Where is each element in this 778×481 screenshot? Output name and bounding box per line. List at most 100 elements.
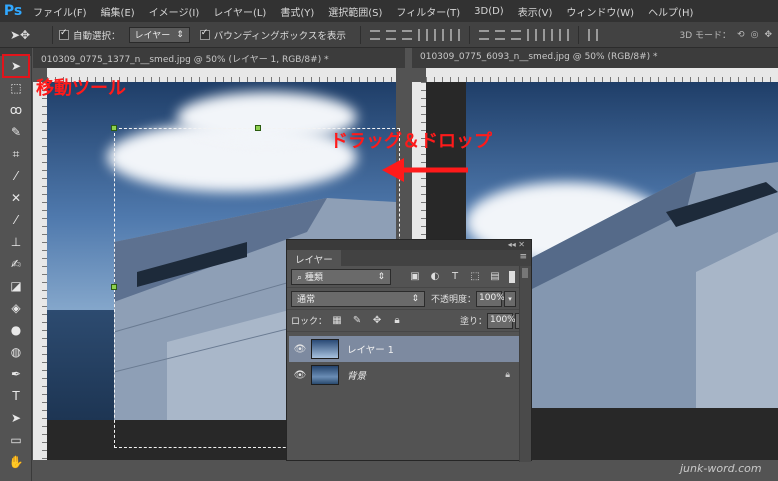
opacity-input[interactable]: 100%: [476, 290, 505, 307]
filter-kind-dropdown[interactable]: ⌕ 種類 ⇕: [291, 268, 391, 285]
distribute-hcenter-icon[interactable]: [542, 28, 553, 41]
type-filter-icon[interactable]: T: [449, 271, 461, 283]
layer-row-background[interactable]: 👁︎ 背景 🔒︎: [289, 362, 520, 388]
3d-mode-label: 3D モード：: [679, 31, 732, 41]
smart-object-filter-icon[interactable]: ▤: [489, 271, 501, 283]
distribute-left-icon[interactable]: [526, 28, 537, 41]
document-tab-1[interactable]: 010309_0775_1377_n__smed.jpg @ 50% (レイヤー…: [33, 48, 405, 68]
align-hcenter-icon[interactable]: [433, 28, 444, 41]
lock-transparency-icon[interactable]: ▦: [331, 315, 343, 327]
menu-file[interactable]: ファイル(F): [26, 4, 94, 19]
history-brush-tool-button[interactable]: ✍: [4, 254, 28, 274]
auto-select-dropdown[interactable]: レイヤー ⇕: [128, 26, 190, 43]
divider: [52, 25, 53, 44]
align-left-icon[interactable]: [417, 28, 428, 41]
chevron-updown-icon: ⇕: [411, 293, 419, 304]
distribute-top-icon[interactable]: [478, 29, 489, 40]
menu-image[interactable]: イメージ(I): [142, 4, 207, 19]
auto-select-checkbox[interactable]: [59, 28, 69, 40]
blend-mode-dropdown[interactable]: 通常 ⇕: [291, 290, 425, 307]
horizontal-ruler[interactable]: [426, 68, 778, 82]
align-bottom-icon[interactable]: [401, 29, 412, 40]
dodge-icon: ◍: [10, 345, 22, 359]
eye-icon[interactable]: 👁︎: [289, 344, 311, 355]
opacity-label: 不透明度：: [431, 295, 477, 305]
path-select-icon: ➤: [10, 411, 22, 425]
menu-help[interactable]: ヘルプ(H): [641, 4, 700, 19]
menu-window[interactable]: ウィンドウ(W): [559, 4, 641, 19]
filter-kind-value: 種類: [304, 273, 323, 283]
healing-tool-button[interactable]: ✕: [4, 188, 28, 208]
chevron-updown-icon: ⇕: [176, 29, 184, 40]
lock-position-icon[interactable]: ✥: [371, 315, 383, 327]
chevron-updown-icon: ⇕: [377, 271, 385, 282]
lock-pixels-icon[interactable]: ✎: [351, 315, 363, 327]
lock-all-icon[interactable]: 🔒︎: [391, 315, 403, 327]
collapse-icon[interactable]: ◂◂ ✕: [508, 240, 525, 249]
tool-preset-picker[interactable]: ➤✥: [10, 24, 46, 46]
menu-3d[interactable]: 3D(D): [467, 6, 511, 17]
shape-tool-button[interactable]: ▭: [4, 430, 28, 450]
fill-input[interactable]: 100%: [487, 312, 516, 329]
marquee-tool-button[interactable]: ⬚: [4, 78, 28, 98]
menu-edit[interactable]: 編集(E): [94, 4, 142, 19]
align-right-icon[interactable]: [449, 28, 460, 41]
3d-rotate-icon[interactable]: ⟲: [737, 30, 745, 40]
distribute-vcenter-icon[interactable]: [494, 29, 505, 40]
panel-collapse-bar[interactable]: ◂◂ ✕: [287, 240, 531, 250]
move-tool-button[interactable]: ➤: [2, 54, 30, 78]
align-top-icon[interactable]: [369, 29, 380, 40]
stamp-tool-button[interactable]: ⊥: [4, 232, 28, 252]
distribute-bottom-icon[interactable]: [510, 29, 521, 40]
tools-panel-header[interactable]: [0, 48, 31, 56]
filter-toggle[interactable]: [509, 270, 515, 283]
3d-roll-icon[interactable]: ◎: [751, 30, 759, 40]
shape-filter-icon[interactable]: ⬚: [469, 271, 481, 283]
options-bar: ➤✥ 自動選択： レイヤー ⇕ バウンディングボックスを表示 3D モード： ⟲…: [0, 22, 778, 48]
bucket-tool-button[interactable]: ◈: [4, 298, 28, 318]
divider: [468, 25, 470, 44]
layer-thumbnail: [311, 365, 339, 385]
vertical-ruler[interactable]: [33, 82, 47, 460]
adjustment-filter-icon[interactable]: ◐: [429, 271, 441, 283]
path-select-tool-button[interactable]: ➤: [4, 408, 28, 428]
layer-row-layer1[interactable]: 👁︎ レイヤー 1: [289, 336, 520, 362]
layer-thumbnail: [311, 339, 339, 359]
hand-icon: ✋: [8, 455, 24, 469]
eyedropper-tool-button[interactable]: ⁄: [4, 166, 28, 186]
eye-icon[interactable]: 👁︎: [289, 370, 311, 381]
type-tool-button[interactable]: T: [4, 386, 28, 406]
document-tab-2[interactable]: 010309_0775_6093_n__smed.jpg @ 50% (RGB/…: [412, 48, 778, 68]
bounding-box-checkbox[interactable]: [199, 28, 210, 40]
3d-drag-icon[interactable]: ✥: [764, 30, 772, 40]
healing-brush-icon: ✕: [10, 191, 22, 205]
lasso-tool-button[interactable]: ꝏ: [4, 100, 28, 120]
dodge-tool-button[interactable]: ◍: [4, 342, 28, 362]
distribute-right-icon[interactable]: [558, 28, 569, 41]
pen-tool-button[interactable]: ✒: [4, 364, 28, 384]
opacity-dropdown[interactable]: ▾: [504, 290, 517, 307]
align-vcenter-icon[interactable]: [385, 29, 396, 40]
move-tool-icon: ➤✥: [10, 27, 31, 42]
panel-menu-icon[interactable]: ≡: [519, 252, 527, 262]
menu-bar: Ps ファイル(F) 編集(E) イメージ(I) レイヤー(L) 書式(Y) 選…: [0, 0, 778, 22]
menu-select[interactable]: 選択範囲(S): [321, 4, 389, 19]
auto-select-value: レイヤー: [134, 31, 171, 41]
pixel-filter-icon[interactable]: ▣: [409, 271, 421, 283]
auto-align-icon[interactable]: [587, 28, 598, 41]
menu-filter[interactable]: フィルター(T): [389, 4, 467, 19]
hand-tool-button[interactable]: ✋: [4, 452, 28, 472]
quick-select-tool-button[interactable]: ✎: [4, 122, 28, 142]
layers-scrollbar[interactable]: [519, 266, 531, 462]
3d-mode-group: 3D モード： ⟲ ◎ ✥: [679, 28, 772, 42]
crop-tool-button[interactable]: ⌗: [4, 144, 28, 164]
scroll-thumb[interactable]: [522, 268, 528, 278]
eraser-tool-button[interactable]: ◪: [4, 276, 28, 296]
blur-tool-button[interactable]: ●: [4, 320, 28, 340]
menu-type[interactable]: 書式(Y): [273, 4, 321, 19]
tab-layers[interactable]: レイヤー: [287, 250, 341, 266]
brush-tool-button[interactable]: ⁄: [4, 210, 28, 230]
lock-icon: 🔒︎: [505, 370, 510, 380]
menu-view[interactable]: 表示(V): [511, 4, 560, 19]
menu-layer[interactable]: レイヤー(L): [206, 4, 273, 19]
